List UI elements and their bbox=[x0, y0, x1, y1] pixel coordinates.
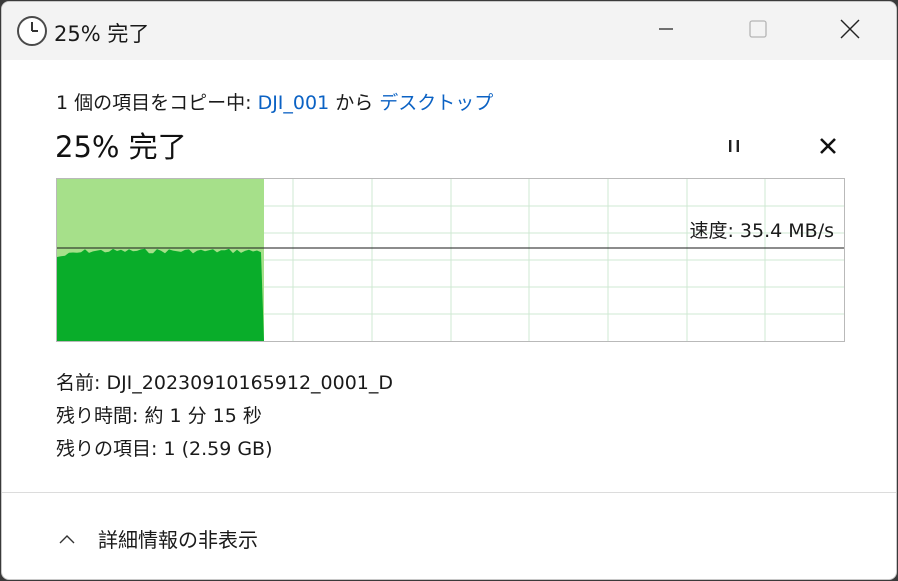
chevron-up-icon bbox=[58, 526, 76, 550]
file-name: DJI_20230910165912_0001_D bbox=[106, 372, 394, 394]
name-row: 名前: DJI_20230910165912_0001_D bbox=[56, 367, 393, 400]
maximize-button[interactable] bbox=[712, 2, 804, 60]
source-folder-link[interactable]: DJI_001 bbox=[258, 92, 330, 114]
window-title: 25% 完了 bbox=[54, 22, 150, 46]
pause-icon bbox=[724, 136, 744, 160]
throughput-area bbox=[57, 248, 264, 341]
maximize-icon bbox=[748, 19, 768, 43]
close-button[interactable] bbox=[804, 2, 896, 60]
speed-label: 速度: 35.4 MB/s bbox=[689, 220, 834, 242]
items-remaining-row: 残りの項目: 1 (2.59 GB) bbox=[56, 433, 393, 466]
cancel-icon bbox=[819, 137, 837, 159]
time-remaining-row: 残り時間: 約 1 分 15 秒 bbox=[56, 400, 393, 433]
copy-progress-window: 25% 完了 1 個の項目をコピー中: DJI_001 から デスクトップ 25… bbox=[1, 1, 897, 580]
time-remaining-value: 約 1 分 15 秒 bbox=[144, 405, 262, 427]
hide-details-button[interactable]: 詳細情報の非表示 bbox=[58, 520, 258, 556]
details-section: 名前: DJI_20230910165912_0001_D 残り時間: 約 1 … bbox=[56, 367, 393, 466]
name-label: 名前: bbox=[56, 372, 107, 394]
speed-graph: 速度: 35.4 MB/s bbox=[56, 178, 845, 342]
copy-middle: から bbox=[329, 92, 380, 114]
close-icon bbox=[839, 18, 861, 44]
pause-button[interactable] bbox=[714, 130, 754, 166]
speed-graph-svg bbox=[57, 179, 844, 341]
hide-details-label: 詳細情報の非表示 bbox=[98, 527, 258, 552]
items-remaining-label: 残りの項目: bbox=[56, 438, 164, 460]
progress-percent: 25% 完了 bbox=[55, 130, 187, 164]
copy-prefix: 1 個の項目をコピー中: bbox=[56, 92, 258, 114]
divider bbox=[2, 492, 896, 493]
minimize-button[interactable] bbox=[620, 2, 712, 60]
copy-status-line: 1 個の項目をコピー中: DJI_001 から デスクトップ bbox=[56, 88, 493, 115]
cancel-button[interactable] bbox=[808, 130, 848, 166]
destination-folder-link[interactable]: デスクトップ bbox=[379, 92, 493, 114]
clock-icon bbox=[16, 15, 48, 47]
minimize-icon bbox=[657, 20, 675, 42]
title-bar[interactable]: 25% 完了 bbox=[2, 2, 896, 60]
time-remaining-label: 残り時間: bbox=[56, 405, 145, 427]
items-remaining-value: 1 (2.59 GB) bbox=[163, 438, 273, 460]
